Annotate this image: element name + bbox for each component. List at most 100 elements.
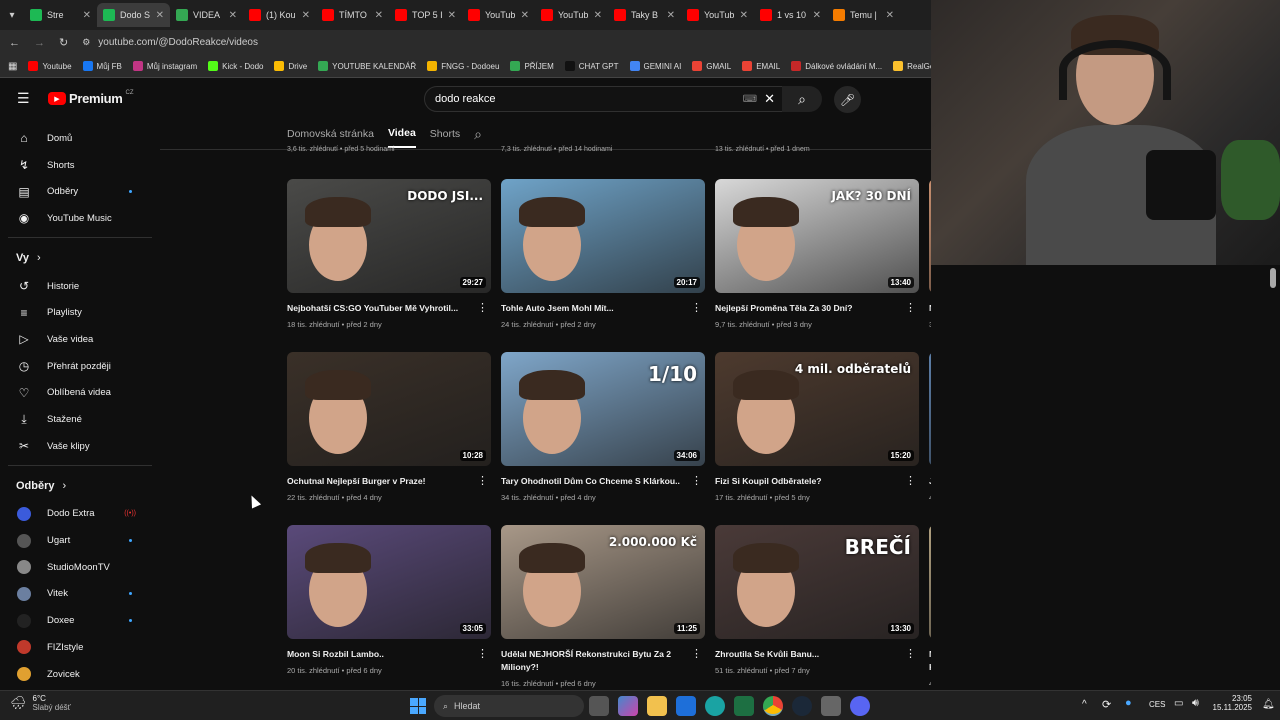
tab-close-icon[interactable]: ✕ (229, 10, 237, 21)
bookmark-item[interactable]: Dálkové ovládání M... (791, 61, 882, 71)
video-card[interactable]: 33:05 ⋮ Moon Si Rozbil Lambo.. 20 tis. z… (287, 525, 491, 675)
sidebar-item-your-clips[interactable]: ✂ Vaše klipy (0, 433, 160, 460)
tab-home[interactable]: Domovská stránka (287, 120, 374, 148)
video-title[interactable]: Udělal NEJHORŠÍ Rekonstrukci Bytu Za 2 M… (501, 648, 686, 674)
tray-chevron-icon[interactable]: ^ (1082, 699, 1087, 710)
tab-close-icon[interactable]: ✕ (594, 10, 602, 21)
video-thumbnail[interactable]: 1/10 34:06 (501, 352, 705, 466)
search-input[interactable]: dodo reakce ⌨ ✕ (424, 86, 786, 112)
video-card[interactable]: 4 mil. odběratelů 15:20 ⋮ Fizi Si Koupil… (715, 352, 919, 502)
tab-close-icon[interactable]: ✕ (813, 10, 821, 21)
tab-close-icon[interactable]: ✕ (521, 10, 529, 21)
tab-close-icon[interactable]: ✕ (83, 10, 91, 21)
back-icon[interactable]: ← (9, 37, 20, 49)
tab-close-icon[interactable]: ✕ (375, 10, 383, 21)
video-title[interactable]: Moon Si Rozbil Lambo.. (287, 648, 472, 661)
bookmark-item[interactable]: RealGe (893, 61, 931, 71)
browser-tab[interactable]: YouTub ✕ (681, 3, 754, 27)
bookmark-item[interactable]: Můj FB (82, 61, 122, 71)
video-card[interactable]: 20:17 ⋮ Tohle Auto Jsem Mohl Mít... 24 t… (501, 179, 705, 329)
sidebar-item-playlists[interactable]: ≡ Playlisty (0, 299, 160, 326)
excel-icon[interactable] (734, 696, 754, 716)
video-card[interactable]: BREČÍ 13:30 ⋮ Zhroutila Se Kvůli Banu...… (715, 525, 919, 675)
bookmark-item[interactable]: YOUTUBE KALENDÁŘ (318, 61, 416, 71)
video-thumbnail[interactable]: BREČÍ 13:30 (715, 525, 919, 639)
sidebar-item-youtube-music[interactable]: ◉ YouTube Music (0, 205, 160, 232)
keyboard-icon[interactable]: ⌨ (743, 94, 757, 105)
more-actions-icon[interactable]: ⋮ (691, 301, 702, 314)
bookmark-item[interactable]: Youtube (28, 61, 72, 71)
weather-widget[interactable]: 🌧︎ 6°C Slabý déšť (10, 694, 71, 712)
youtube-premium-logo[interactable]: ▶ Premium CZ (48, 90, 134, 106)
bookmark-item[interactable]: EMAIL (742, 61, 780, 71)
copilot-icon[interactable] (618, 696, 638, 716)
more-actions-icon[interactable]: ⋮ (477, 474, 488, 487)
video-title[interactable]: Tary Ohodnotil Dům Co Chceme S Klárkou.. (501, 475, 686, 488)
search-button[interactable]: ⌕ (782, 86, 822, 112)
menu-hamburger-icon[interactable]: ☰ (17, 90, 30, 107)
sidebar-subscription-item[interactable]: FIZIstyle (0, 634, 160, 661)
bookmark-item[interactable]: Kick - Dodo (208, 61, 263, 71)
video-title[interactable]: Ochutnal Nejlepší Burger v Praze! (287, 475, 472, 488)
video-card[interactable]: 2.000.000 Kč 11:25 ⋮ Udělal NEJHORŠÍ Rek… (501, 525, 705, 688)
video-card[interactable]: DODO JSI... 29:27 ⋮ Nejbohatší CS:GO You… (287, 179, 491, 329)
browser-tab[interactable]: YouTub ✕ (462, 3, 535, 27)
tab-close-icon[interactable]: ✕ (448, 10, 456, 21)
video-thumbnail[interactable]: 33:05 (287, 525, 491, 639)
tray-mic-icon[interactable]: ● (1125, 697, 1132, 709)
video-title[interactable]: Zhroutila Se Kvůli Banu... (715, 648, 900, 661)
steam-icon[interactable] (792, 696, 812, 716)
tab-close-icon[interactable]: ✕ (302, 10, 310, 21)
bookmark-item[interactable]: PŘÍJEM (510, 61, 554, 71)
tab-shorts[interactable]: Shorts (430, 120, 460, 148)
calculator-icon[interactable] (821, 696, 841, 716)
video-thumbnail[interactable]: 10:28 (287, 352, 491, 466)
browser-tab[interactable]: Temu | ✕ (827, 3, 900, 27)
video-card[interactable]: 10:28 ⋮ Ochutnal Nejlepší Burger v Praze… (287, 352, 491, 502)
video-title[interactable]: Fizi Si Koupil Odběratele? (715, 475, 900, 488)
tab-search-menu-icon[interactable]: ▾ (0, 0, 24, 30)
tab-close-icon[interactable]: ✕ (156, 10, 164, 21)
sidebar-you-heading[interactable]: Vy › (0, 243, 160, 273)
discord-icon[interactable] (850, 696, 870, 716)
sidebar-item-liked-videos[interactable]: ♡ Oblíbená videa (0, 380, 160, 407)
bookmark-item[interactable]: CHAT GPT (564, 61, 619, 71)
sidebar-subscriptions-heading[interactable]: Odběry › (0, 471, 160, 501)
more-actions-icon[interactable]: ⋮ (905, 474, 916, 487)
channel-search-icon[interactable]: ⌕ (474, 126, 482, 143)
clock[interactable]: 23:05 15.11.2025 (1212, 694, 1252, 712)
browser-tab[interactable]: Stre ✕ (24, 3, 97, 27)
sidebar-item-home[interactable]: ⌂ Domů (0, 125, 160, 152)
sidebar-subscription-item[interactable]: Zovicek (0, 661, 160, 688)
bookmark-item[interactable]: GMAIL (692, 61, 731, 71)
tab-videos[interactable]: Videa (387, 120, 416, 148)
notifications-icon[interactable]: 🔔︎ (1262, 699, 1275, 710)
tab-close-icon[interactable]: ✕ (667, 10, 675, 21)
windows-start-icon[interactable] (410, 698, 426, 714)
video-title[interactable]: Nejbohatší CS:GO YouTuber Mě Vyhrotil... (287, 302, 472, 315)
clear-search-icon[interactable]: ✕ (764, 91, 775, 107)
bookmark-item[interactable]: FNGG - Dodoeu (427, 61, 499, 71)
edge-icon[interactable] (705, 696, 725, 716)
video-thumbnail[interactable]: DODO JSI... 29:27 (287, 179, 491, 293)
video-card[interactable]: JAK? 30 DNÍ 13:40 ⋮ Nejlepší Proměna Těl… (715, 179, 919, 329)
tray-sync-icon[interactable]: ⟳ (1102, 698, 1111, 711)
more-actions-icon[interactable]: ⋮ (477, 647, 488, 660)
more-actions-icon[interactable]: ⋮ (477, 301, 488, 314)
video-thumbnail[interactable]: 20:17 (501, 179, 705, 293)
browser-tab[interactable]: TOP 5 I ✕ (389, 3, 462, 27)
browser-tab[interactable]: (1) Kou ✕ (243, 3, 316, 27)
tab-close-icon[interactable]: ✕ (740, 10, 748, 21)
bookmark-item[interactable]: GEMINI AI (629, 61, 681, 71)
sidebar-item-subscriptions[interactable]: ▤ Odběry (0, 178, 160, 205)
more-actions-icon[interactable]: ⋮ (691, 647, 702, 660)
more-actions-icon[interactable]: ⋮ (905, 301, 916, 314)
language-indicator[interactable]: CES (1149, 700, 1165, 709)
volume-icon[interactable]: 🔊︎ (1192, 697, 1199, 710)
url-field[interactable]: ⚙ youtube.com/@DodoReakce/videos (82, 37, 258, 48)
video-title[interactable]: Nejlepší Proměna Těla Za 30 Dní? (715, 302, 900, 315)
task-view-icon[interactable] (589, 696, 609, 716)
sidebar-item-your-videos[interactable]: ▷ Vaše videa (0, 326, 160, 353)
file-explorer-icon[interactable] (647, 696, 667, 716)
browser-tab[interactable]: Taky B ✕ (608, 3, 681, 27)
